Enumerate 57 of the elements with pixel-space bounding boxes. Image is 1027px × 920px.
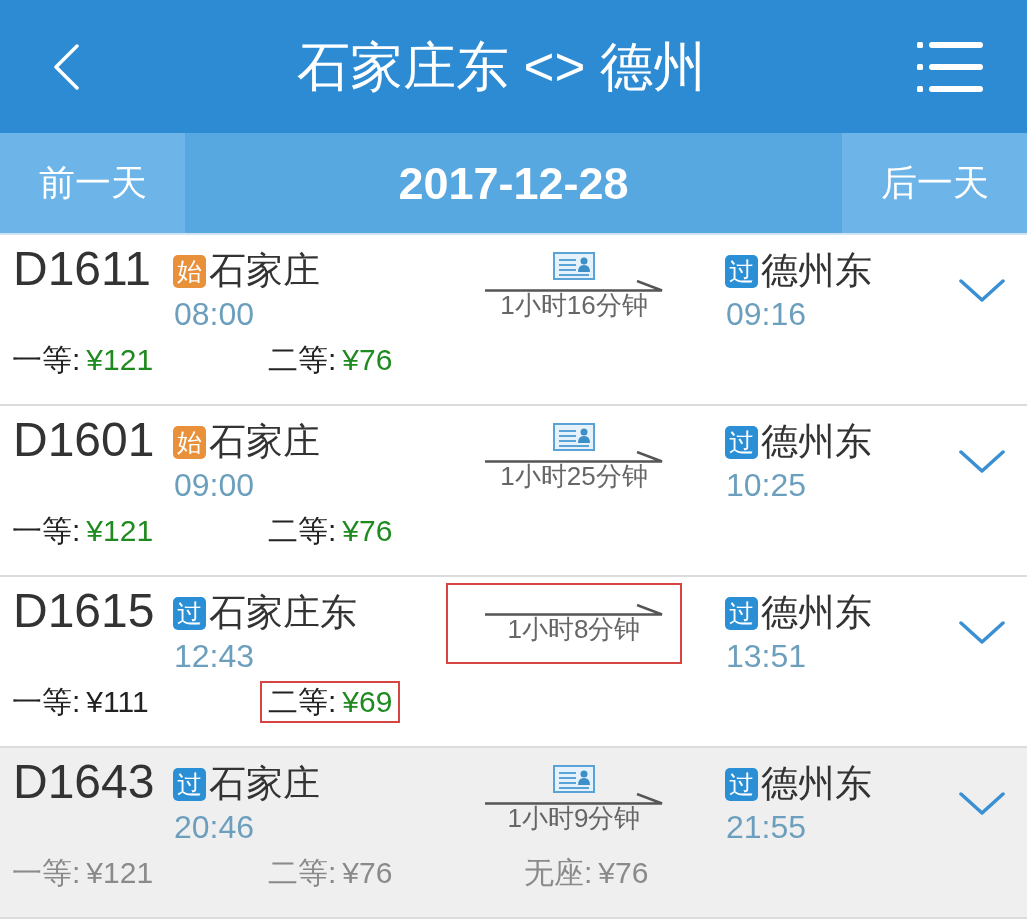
fare-text: ¥111 — [86, 687, 149, 717]
time-text: 08:00 — [173, 298, 255, 330]
chevron-down-icon[interactable] — [959, 621, 1005, 645]
station-tag: 过 — [725, 596, 758, 630]
station-name: 德州东 — [761, 764, 872, 804]
station-name: 德州东 — [761, 251, 872, 291]
duration-text: 1小时9分钟 — [507, 805, 641, 831]
station-tag: 过 — [173, 767, 206, 801]
station-name: 德州东 — [761, 422, 872, 462]
station-tag: 过 — [173, 596, 206, 630]
seat-class-label: 一等: — [12, 687, 81, 717]
station-name: 石家庄 — [209, 422, 320, 462]
time-text: 21:55 — [725, 811, 807, 843]
station-tag: 始 — [173, 254, 206, 288]
chevron-down-icon[interactable] — [959, 279, 1005, 303]
train-number: D1643 — [13, 755, 155, 808]
station-name: 石家庄东 — [209, 593, 357, 633]
time-text: 09:00 — [173, 469, 255, 501]
station-tag: 始 — [173, 425, 206, 459]
seat-class-label: 一等: — [12, 516, 81, 546]
chevron-down-icon[interactable] — [959, 450, 1005, 474]
fare-text: ¥121 — [86, 345, 154, 375]
seat-class-label: 二等: — [268, 516, 337, 546]
date-text: 2017-12-28 — [185, 133, 842, 233]
time-text: 09:16 — [725, 298, 807, 330]
seat-class-label: 二等: — [268, 345, 337, 375]
fare-text: ¥76 — [598, 858, 649, 888]
seat-class-label: 一等: — [12, 345, 81, 375]
time-text: 12:43 — [173, 640, 255, 672]
menu-icon[interactable] — [917, 40, 983, 93]
seat-class-label: 二等: — [268, 687, 337, 717]
time-text: 10:25 — [725, 469, 807, 501]
station-name: 石家庄 — [209, 251, 320, 291]
station-name: 石家庄 — [209, 764, 320, 804]
route-title: 石家庄东 <> 德州 — [295, 40, 708, 93]
fare-text: ¥76 — [342, 516, 393, 546]
back-icon[interactable] — [52, 43, 80, 90]
duration-text: 1小时16分钟 — [500, 292, 648, 318]
seat-class-label: 二等: — [268, 858, 337, 888]
station-tag: 过 — [725, 425, 758, 459]
fare-text: ¥76 — [342, 858, 393, 888]
seat-class-label: 一等: — [12, 858, 81, 888]
train-number: D1611 — [13, 242, 151, 295]
time-text: 20:46 — [173, 811, 255, 843]
duration-text: 1小时25分钟 — [500, 463, 648, 489]
fare-text: ¥76 — [342, 345, 393, 375]
station-name: 德州东 — [761, 593, 872, 633]
duration-text: 1小时8分钟 — [507, 616, 641, 642]
station-tag: 过 — [725, 767, 758, 801]
station-tag: 过 — [725, 254, 758, 288]
fare-text: ¥121 — [86, 858, 154, 888]
time-text: 13:51 — [725, 640, 807, 672]
seat-class-label: 无座: — [524, 858, 593, 888]
fare-text: ¥69 — [342, 687, 393, 717]
train-number: D1615 — [13, 584, 155, 637]
train-number: D1601 — [13, 413, 155, 466]
fare-text: ¥121 — [86, 516, 154, 546]
